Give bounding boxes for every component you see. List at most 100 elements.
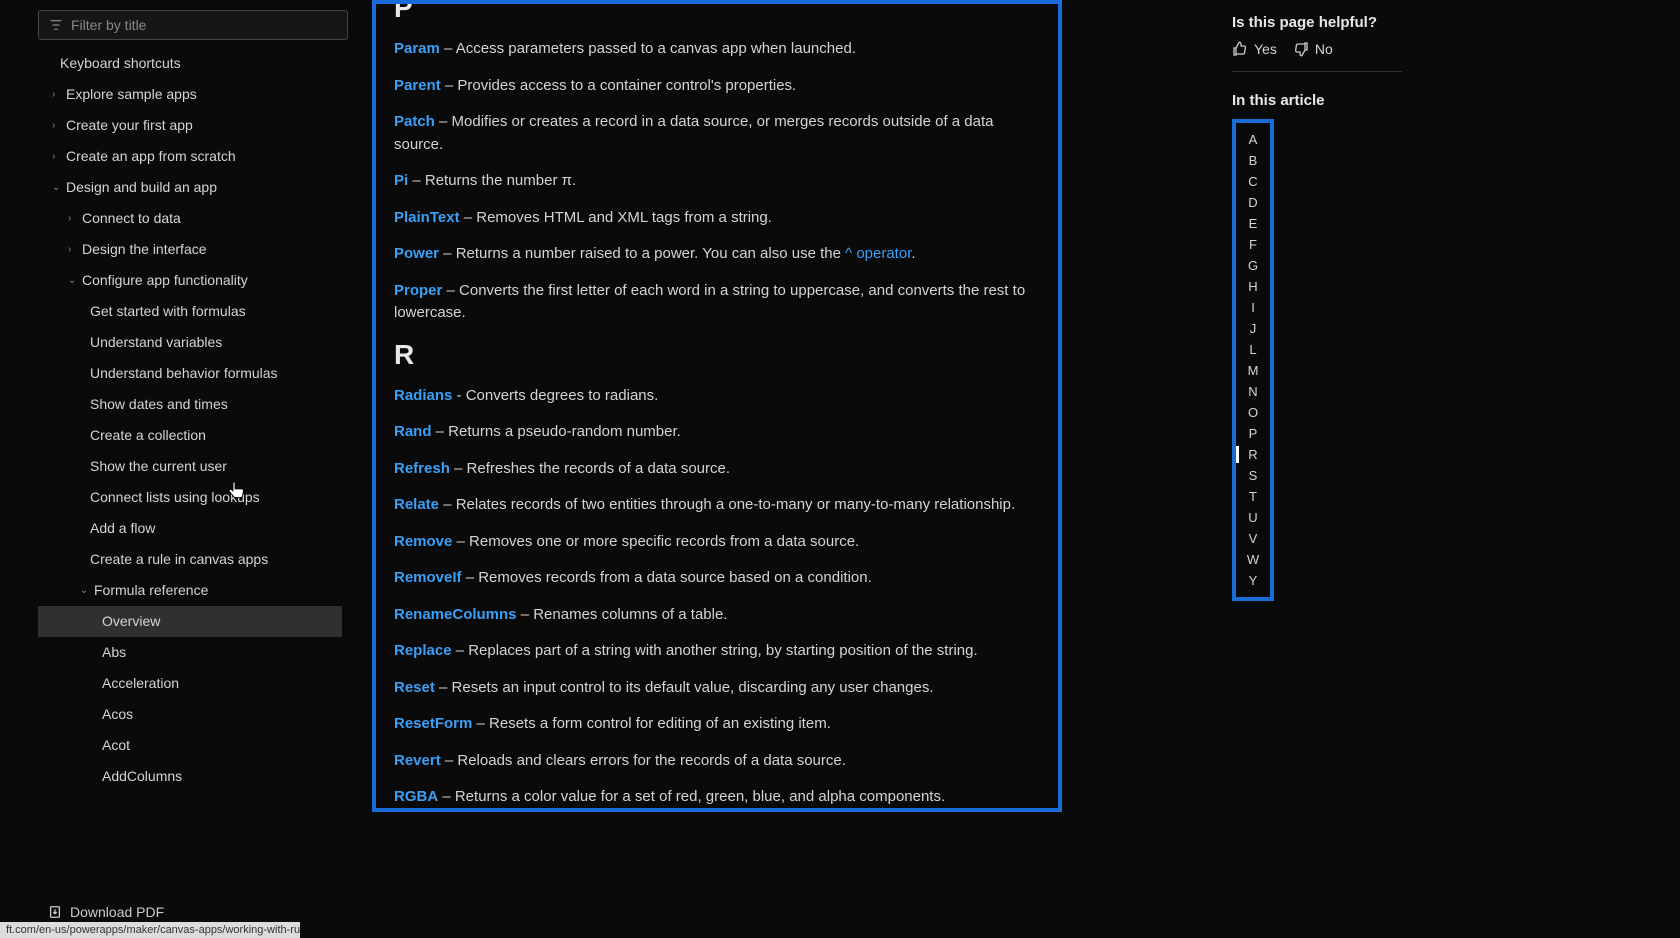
nav-item[interactable]: ⌄Configure app functionality [38,265,342,296]
toc-item[interactable]: B [1244,150,1262,171]
nav-item-label: Show the current user [90,456,227,477]
nav-item-label: Create an app from scratch [66,146,236,167]
nav-item[interactable]: Add a flow [38,513,342,544]
formula-link[interactable]: Refresh [394,460,450,477]
nav-item[interactable]: ›Design the interface [38,234,342,265]
nav-item[interactable]: ⌄Formula reference [38,575,342,606]
formula-link[interactable]: Remove [394,533,452,550]
toc-item[interactable]: E [1244,213,1262,234]
formula-description: – Returns the number π. [408,172,576,189]
nav-item[interactable]: Create a collection [38,420,342,451]
nav-item[interactable]: Acceleration [38,668,342,699]
nav-item[interactable]: Get started with formulas [38,296,342,327]
chevron-down-icon: ⌄ [52,180,62,195]
nav-item[interactable]: Understand behavior formulas [38,358,342,389]
text-after: . [911,245,915,262]
nav-item-label: Create your first app [66,115,193,136]
nav-item-label: Create a rule in canvas apps [90,549,268,570]
nav-item[interactable]: Create a rule in canvas apps [38,544,342,575]
toc-item[interactable]: A [1244,129,1262,150]
chevron-right-icon: › [52,118,62,133]
nav-item[interactable]: Connect lists using lookups [38,482,342,513]
formula-description: – Modifies or creates a record in a data… [394,113,993,153]
nav-item[interactable]: › Create an app from scratch [38,141,342,172]
toc-item[interactable]: L [1244,339,1262,360]
toc-item[interactable]: O [1244,402,1262,423]
toc-item[interactable]: V [1244,528,1262,549]
nav-item[interactable]: Show the current user [38,451,342,482]
formula-link[interactable]: ResetForm [394,715,472,732]
formula-link[interactable]: Power [394,245,439,262]
nav-item-label: Design the interface [82,239,207,260]
formula-link[interactable]: Parent [394,77,441,94]
formula-link[interactable]: Param [394,40,440,57]
toc-item[interactable]: S [1244,465,1262,486]
toc-item[interactable]: N [1244,381,1262,402]
toc-item[interactable]: I [1244,297,1262,318]
nav-item[interactable]: Show dates and times [38,389,342,420]
nav-item-label: Connect to data [82,208,181,229]
download-pdf-label: Download PDF [70,904,164,920]
section-heading: R [394,339,1040,371]
toc-item[interactable]: W [1244,549,1262,570]
formula-entry: RGBA – Returns a color value for a set o… [394,786,1040,809]
formula-link[interactable]: Radians [394,387,452,404]
nav-item[interactable]: Acot [38,730,342,761]
toc-item[interactable]: U [1244,507,1262,528]
nav-item-label: Connect lists using lookups [90,487,260,508]
formula-description: – Removes records from a data source bas… [462,569,872,586]
nav-item[interactable]: › Create your first app [38,110,342,141]
formula-description: – Renames columns of a table. [517,606,728,623]
formula-link[interactable]: Pi [394,172,408,189]
formula-description: – Resets a form control for editing of a… [472,715,831,732]
formula-link[interactable]: Relate [394,496,439,513]
nav-item[interactable]: ⌄Design and build an app [38,172,342,203]
filter-input[interactable] [71,17,337,33]
thumbs-down-icon [1293,41,1309,57]
no-label: No [1315,41,1333,57]
yes-button[interactable]: Yes [1232,41,1277,57]
toc-item[interactable]: D [1244,192,1262,213]
toc-item[interactable]: C [1244,171,1262,192]
nav-tree[interactable]: Keyboard shortcuts›Explore sample apps›C… [38,48,348,800]
nav-item-label: Understand variables [90,332,222,353]
toc-item[interactable]: G [1244,255,1262,276]
formula-description: – Returns a number raised to a power. Yo… [439,245,845,262]
formula-link[interactable]: RemoveIf [394,569,462,586]
nav-item-label: And [102,797,127,800]
formula-link[interactable]: Replace [394,642,452,659]
toc-item[interactable]: H [1244,276,1262,297]
formula-link[interactable]: RGBA [394,788,438,805]
formula-link[interactable]: Patch [394,113,435,130]
toc-item[interactable]: R [1244,444,1262,465]
formula-entry: Patch – Modifies or creates a record in … [394,111,1040,156]
nav-item[interactable]: Acos [38,699,342,730]
no-button[interactable]: No [1293,41,1333,57]
nav-item[interactable]: ›Connect to data [38,203,342,234]
nav-item[interactable]: Keyboard shortcuts [38,48,342,79]
nav-item[interactable]: Abs [38,637,342,668]
formula-link[interactable]: RenameColumns [394,606,517,623]
nav-item[interactable]: And [38,792,342,800]
nav-item[interactable]: ›Explore sample apps [38,79,342,110]
toc-item[interactable]: Y [1244,570,1262,591]
toc-item[interactable]: M [1244,360,1262,381]
formula-link[interactable]: Rand [394,423,432,440]
nav-item[interactable]: AddColumns [38,761,342,792]
toc-item[interactable]: F [1244,234,1262,255]
chevron-right-icon: › [52,149,62,164]
nav-item-label: Abs [102,642,126,663]
nav-item[interactable]: Overview [38,606,342,637]
formula-link[interactable]: Revert [394,752,441,769]
toc-item[interactable]: P [1244,423,1262,444]
toc-item[interactable]: J [1244,318,1262,339]
filter-container [38,10,348,40]
formula-link[interactable]: Proper [394,282,442,299]
inline-link[interactable]: ^ operator [845,245,911,262]
formula-description: – Returns a color value for a set of red… [438,788,945,805]
formula-link[interactable]: PlainText [394,209,460,226]
yes-label: Yes [1254,41,1277,57]
nav-item[interactable]: Understand variables [38,327,342,358]
formula-link[interactable]: Reset [394,679,435,696]
toc-item[interactable]: T [1244,486,1262,507]
